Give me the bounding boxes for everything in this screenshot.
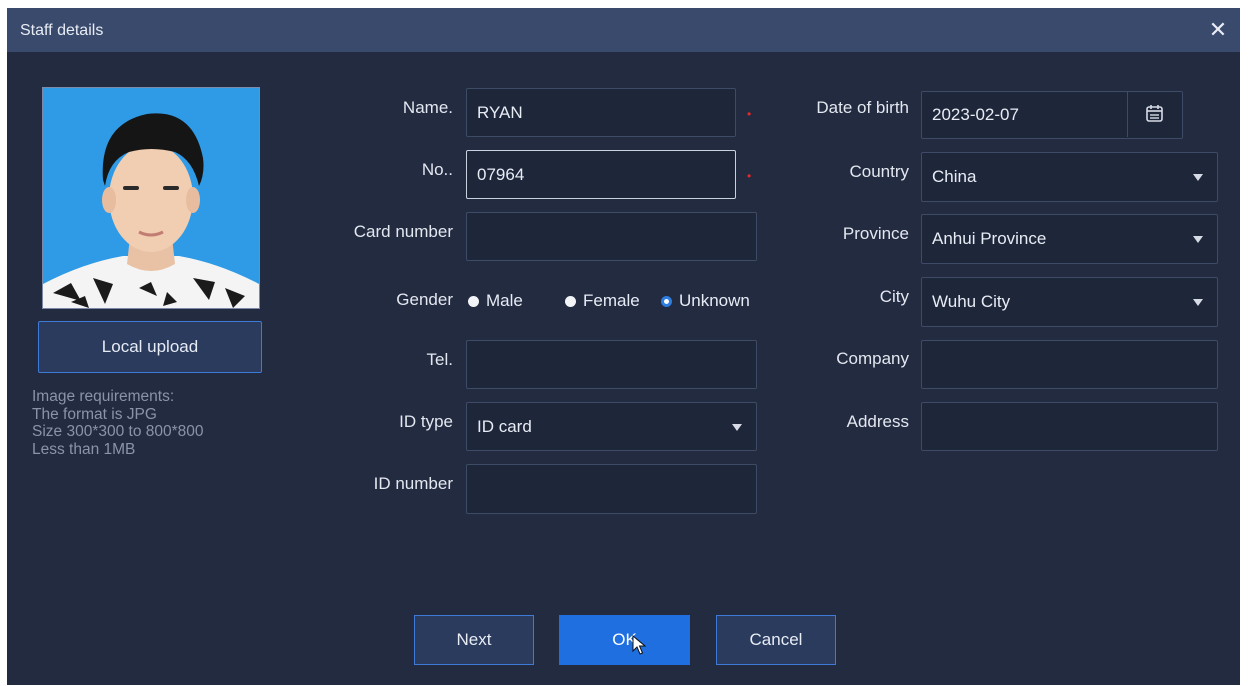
dob-value: 2023-02-07 [932, 105, 1019, 124]
chevron-down-icon [1193, 174, 1203, 181]
tel-label: Tel. [426, 350, 453, 369]
address-label: Address [846, 412, 909, 431]
card-number-label: Card number [353, 222, 453, 241]
radio-dot [468, 295, 479, 307]
image-requirements: Image requirements: The format is JPG Si… [32, 388, 204, 458]
radio-dot [565, 295, 576, 307]
country-value: China [932, 167, 977, 186]
local-upload-button[interactable]: Local upload [38, 321, 262, 373]
province-value: Anhui Province [932, 229, 1047, 248]
name-label: Name. [402, 98, 453, 117]
requirement-line: The format is JPG [32, 405, 157, 423]
chevron-down-icon [732, 423, 742, 431]
address-input[interactable] [921, 402, 1218, 451]
tel-input[interactable] [466, 340, 757, 389]
id-number-input[interactable] [466, 464, 757, 514]
radio-label: Unknown [679, 291, 750, 310]
radio-label: Female [583, 291, 640, 310]
staff-photo [42, 87, 260, 309]
gender-label: Gender [396, 290, 453, 309]
staff-details-dialog: Staff details ✕ Local upload Image requi… [7, 8, 1240, 685]
title-bar: Staff details ✕ [7, 8, 1240, 52]
gender-female-radio[interactable]: Female [565, 291, 640, 311]
calendar-button[interactable] [1127, 91, 1181, 137]
city-select[interactable]: Wuhu City [921, 277, 1218, 327]
country-select[interactable]: China [921, 152, 1218, 202]
city-value: Wuhu City [932, 292, 1011, 311]
card-number-input[interactable] [466, 212, 757, 261]
no-label: No.. [421, 160, 453, 179]
dob-label: Date of birth [816, 98, 909, 117]
mouse-cursor-icon [632, 635, 646, 655]
id-type-label: ID type [399, 412, 453, 431]
gender-male-radio[interactable]: Male [468, 291, 523, 311]
calendar-icon [1146, 105, 1163, 122]
company-input[interactable] [921, 340, 1218, 389]
required-marker: • [747, 169, 752, 183]
ok-button[interactable]: OK [559, 615, 690, 665]
province-select[interactable]: Anhui Province [921, 214, 1218, 264]
requirement-line: Image requirements: [32, 388, 175, 405]
name-input[interactable]: RYAN [466, 88, 736, 137]
id-type-select[interactable]: ID card [466, 402, 757, 451]
cancel-button[interactable]: Cancel [716, 615, 836, 665]
portrait-image [43, 88, 259, 308]
radio-dot-selected [661, 295, 672, 307]
company-label: Company [836, 349, 909, 368]
province-label: Province [842, 224, 909, 243]
chevron-down-icon [1193, 236, 1203, 243]
country-label: Country [849, 162, 909, 181]
close-icon[interactable]: ✕ [1204, 16, 1232, 44]
next-button[interactable]: Next [414, 615, 534, 665]
chevron-down-icon [1193, 299, 1203, 306]
requirement-line: Size 300*300 to 800*800 [32, 423, 204, 440]
requirement-line: Less than 1MB [32, 440, 136, 458]
radio-label: Male [486, 291, 523, 310]
required-marker: • [747, 107, 752, 121]
gender-unknown-radio[interactable]: Unknown [661, 291, 750, 311]
id-type-value: ID card [477, 416, 532, 436]
no-input[interactable]: 07964 [466, 150, 736, 199]
id-number-label: ID number [373, 474, 453, 493]
dialog-title: Staff details [20, 22, 104, 39]
city-label: City [879, 287, 909, 306]
